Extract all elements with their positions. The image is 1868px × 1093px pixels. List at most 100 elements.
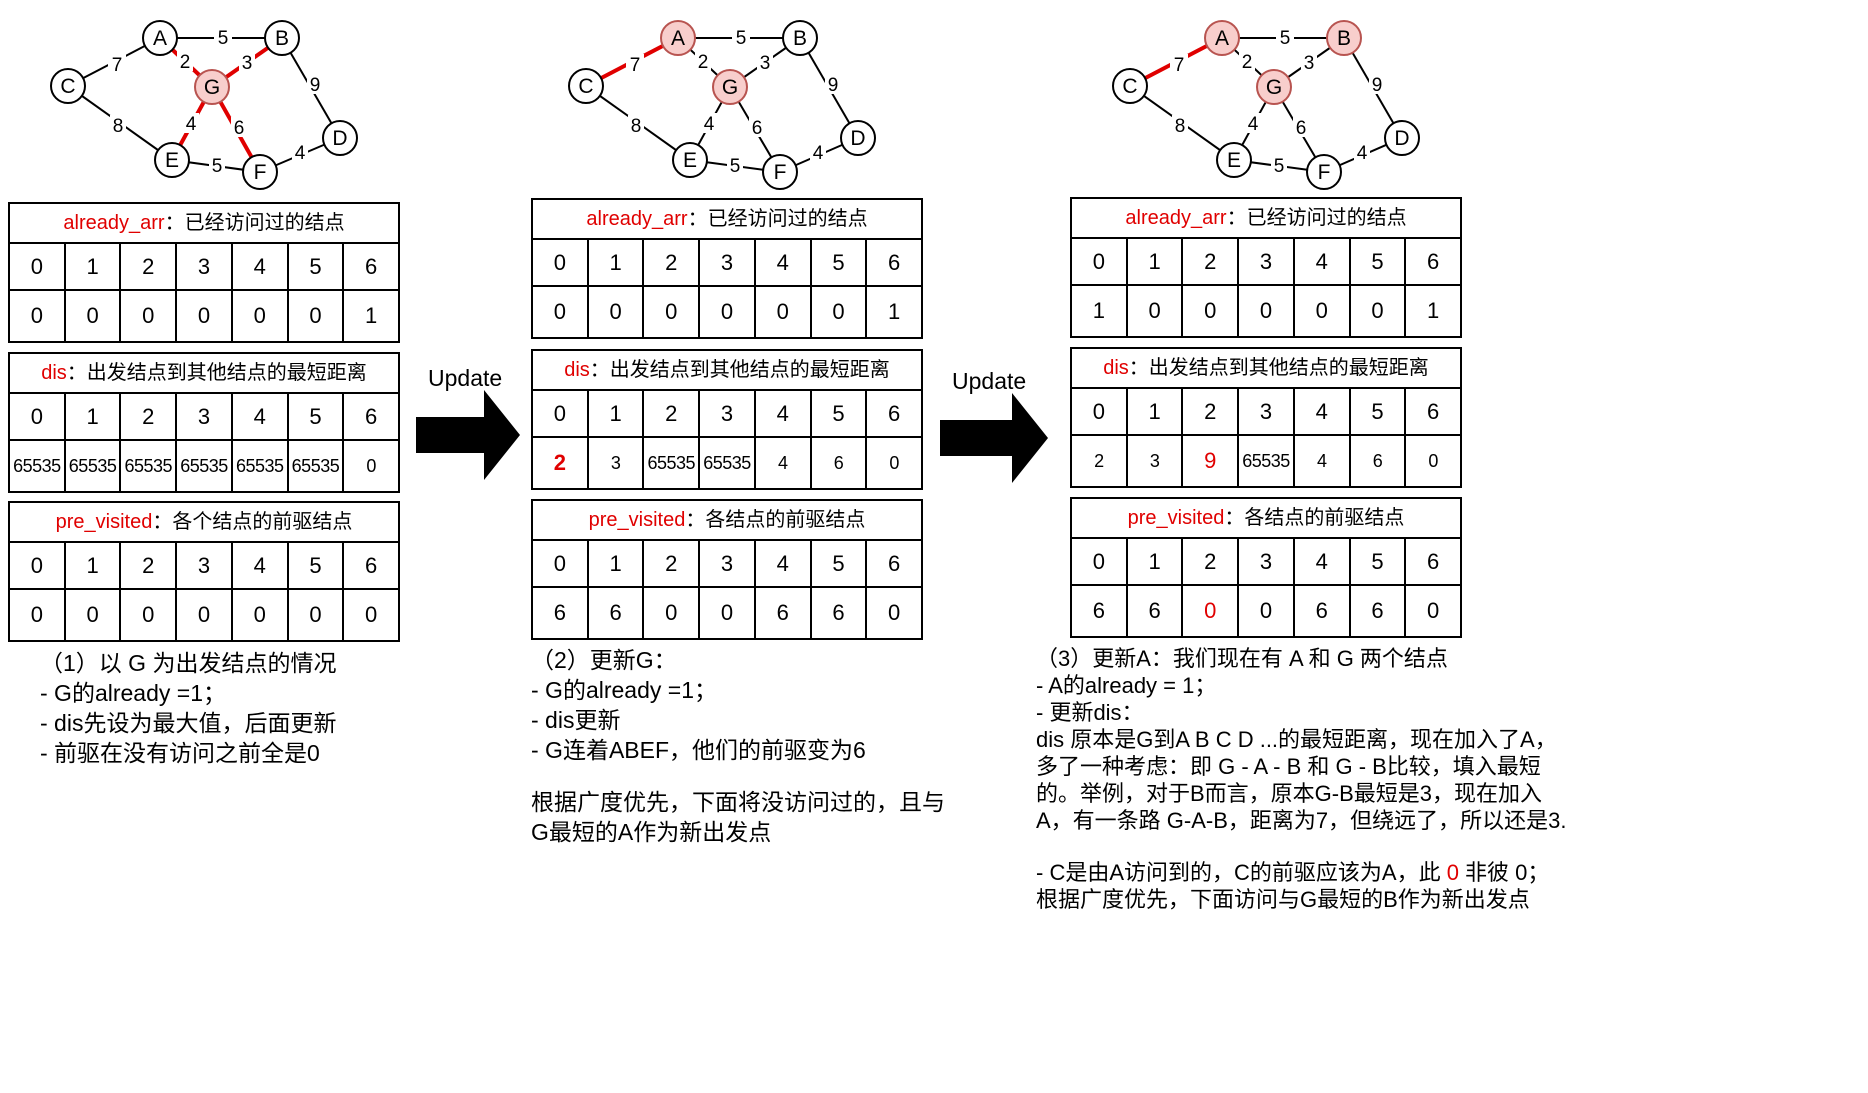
already-title-3: already_arr：已经访问过的结点 bbox=[1072, 199, 1460, 239]
node-a: A bbox=[671, 27, 685, 50]
value-row: 2 3 65535 65535 4 6 0 bbox=[533, 436, 921, 488]
weight-eg: 4 bbox=[1248, 114, 1259, 135]
description-2: （2）更新G： - G的already =1； - dis更新 - G连着ABE… bbox=[531, 647, 945, 845]
node-e: E bbox=[1227, 149, 1241, 172]
weight-ce: 8 bbox=[631, 116, 642, 137]
node-c: C bbox=[1122, 75, 1137, 98]
node-b: B bbox=[1337, 27, 1351, 50]
already-table-1: already_arr：已经访问过的结点 0123456 0000001 bbox=[8, 202, 400, 343]
node-d: D bbox=[850, 127, 865, 150]
panel-2: 5 7 2 3 9 8 4 6 5 4 A B C D E F G alread… bbox=[520, 0, 945, 1093]
weight-df: 4 bbox=[295, 143, 306, 164]
value-row: 65535 65535 65535 65535 65535 65535 0 bbox=[10, 439, 398, 491]
already-table-3: already_arr：已经访问过的结点 0123456 1000001 bbox=[1070, 197, 1462, 338]
node-a: A bbox=[153, 27, 167, 50]
already-title-1: already_arr：已经访问过的结点 bbox=[10, 204, 398, 244]
weight-eg: 4 bbox=[186, 114, 197, 135]
node-d: D bbox=[332, 127, 347, 150]
weight-fg: 6 bbox=[1296, 118, 1307, 139]
weight-bg: 3 bbox=[760, 53, 771, 74]
weight-df: 4 bbox=[1357, 143, 1368, 164]
weight-bg: 3 bbox=[242, 53, 253, 74]
value-row: 6600660 bbox=[1072, 584, 1460, 636]
node-e: E bbox=[165, 149, 179, 172]
index-row: 0123456 bbox=[533, 541, 921, 586]
pre-table-1: pre_visited：各个结点的前驱结点 0123456 0000000 bbox=[8, 501, 400, 642]
node-c: C bbox=[578, 75, 593, 98]
weight-ce: 8 bbox=[113, 116, 124, 137]
update-arrow-1 bbox=[416, 390, 520, 480]
weight-df: 4 bbox=[813, 143, 824, 164]
dis-table-2: dis：出发结点到其他结点的最短距离 0123456 2 3 65535 65535 4… bbox=[531, 349, 923, 490]
panel-3: 5 7 2 3 9 8 4 6 5 4 A B C D E F G alread… bbox=[1030, 0, 1868, 1093]
index-row: 0123456 bbox=[10, 543, 398, 588]
value-row: 2 3 9 65535 4 6 0 bbox=[1072, 434, 1460, 486]
dis-title-2: dis：出发结点到其他结点的最短距离 bbox=[533, 351, 921, 391]
value-row: 1000001 bbox=[1072, 284, 1460, 336]
weight-ef: 5 bbox=[212, 156, 223, 177]
weight-bd: 9 bbox=[310, 75, 321, 96]
weight-ab: 5 bbox=[218, 28, 229, 49]
weight-bg: 3 bbox=[1304, 53, 1315, 74]
pre-table-2: pre_visited：各结点的前驱结点 0123456 6600660 bbox=[531, 499, 923, 640]
weight-ab: 5 bbox=[1280, 28, 1291, 49]
value-row: 0000001 bbox=[10, 289, 398, 341]
update-label-2: Update bbox=[952, 368, 1027, 394]
dis-title-1: dis：出发结点到其他结点的最短距离 bbox=[10, 354, 398, 394]
weight-ag: 2 bbox=[1242, 52, 1253, 73]
weight-ab: 5 bbox=[736, 28, 747, 49]
weight-bd: 9 bbox=[828, 75, 839, 96]
index-row: 0123456 bbox=[1072, 239, 1460, 284]
node-g: G bbox=[722, 76, 738, 99]
index-row: 0123456 bbox=[533, 240, 921, 285]
dis-title-3: dis：出发结点到其他结点的最短距离 bbox=[1072, 349, 1460, 389]
index-row: 0123456 bbox=[1072, 539, 1460, 584]
index-row: 0123456 bbox=[10, 244, 398, 289]
pre-table-3: pre_visited：各结点的前驱结点 0123456 6600660 bbox=[1070, 497, 1462, 638]
weight-ef: 5 bbox=[730, 156, 741, 177]
node-f: F bbox=[1318, 161, 1331, 184]
pre-title-1: pre_visited：各个结点的前驱结点 bbox=[10, 503, 398, 543]
graph-2: 5 7 2 3 9 8 4 6 5 4 A B C D E F G bbox=[566, 10, 906, 225]
weight-ac: 7 bbox=[630, 55, 641, 76]
node-b: B bbox=[793, 27, 807, 50]
node-f: F bbox=[254, 161, 267, 184]
weight-ce: 8 bbox=[1175, 116, 1186, 137]
weight-fg: 6 bbox=[234, 118, 245, 139]
node-f: F bbox=[774, 161, 787, 184]
panel-1: 5 7 2 3 9 8 4 6 5 4 A B C D E F G alread… bbox=[0, 0, 440, 1093]
weight-ag: 2 bbox=[698, 52, 709, 73]
graph-1: 5 7 2 3 9 8 4 6 5 4 A B C D E F G bbox=[40, 10, 380, 225]
node-c: C bbox=[60, 75, 75, 98]
description-3: （3）更新A：我们现在有 A 和 G 两个结点 - A的already = 1；… bbox=[1036, 646, 1567, 912]
pre-title-3: pre_visited：各结点的前驱结点 bbox=[1072, 499, 1460, 539]
graph-svg-3: 5 7 2 3 9 8 4 6 5 4 A B C D E F G bbox=[1112, 20, 1420, 190]
value-row: 0000000 bbox=[10, 588, 398, 640]
graph-svg-2: 5 7 2 3 9 8 4 6 5 4 A B C D E F G bbox=[568, 20, 876, 190]
graph-svg-1: 5 7 2 3 9 8 4 6 5 4 A B C D E F G bbox=[50, 20, 358, 190]
weight-ac: 7 bbox=[1174, 55, 1185, 76]
pre-title-2: pre_visited：各结点的前驱结点 bbox=[533, 501, 921, 541]
weight-eg: 4 bbox=[704, 114, 715, 135]
dis-table-1: dis：出发结点到其他结点的最短距离 0123456 65535 65535 655… bbox=[8, 352, 400, 493]
already-table-2: already_arr：已经访问过的结点 0123456 0000001 bbox=[531, 198, 923, 339]
graph-3: 5 7 2 3 9 8 4 6 5 4 A B C D E F G bbox=[1110, 10, 1450, 225]
node-b: B bbox=[275, 27, 289, 50]
weight-ac: 7 bbox=[112, 55, 123, 76]
index-row: 0123456 bbox=[533, 391, 921, 436]
node-g: G bbox=[204, 76, 220, 99]
value-row: 6600660 bbox=[533, 586, 921, 638]
weight-bd: 9 bbox=[1372, 75, 1383, 96]
index-row: 0123456 bbox=[10, 394, 398, 439]
weight-ag: 2 bbox=[180, 52, 191, 73]
dis-table-3: dis：出发结点到其他结点的最短距离 0123456 2 3 9 65535 4 6 0 bbox=[1070, 347, 1462, 488]
note-line: - C是由A访问到的，C的前驱应该为A，此 0 非彼 0； bbox=[1036, 860, 1550, 885]
node-d: D bbox=[1394, 127, 1409, 150]
update-label-1: Update bbox=[428, 365, 503, 391]
description-1: （1）以 G 为出发结点的情况 - G的already =1； - dis先设为… bbox=[40, 650, 337, 766]
node-e: E bbox=[683, 149, 697, 172]
already-title-2: already_arr：已经访问过的结点 bbox=[533, 200, 921, 240]
index-row: 0123456 bbox=[1072, 389, 1460, 434]
weight-fg: 6 bbox=[752, 118, 763, 139]
node-a: A bbox=[1215, 27, 1229, 50]
